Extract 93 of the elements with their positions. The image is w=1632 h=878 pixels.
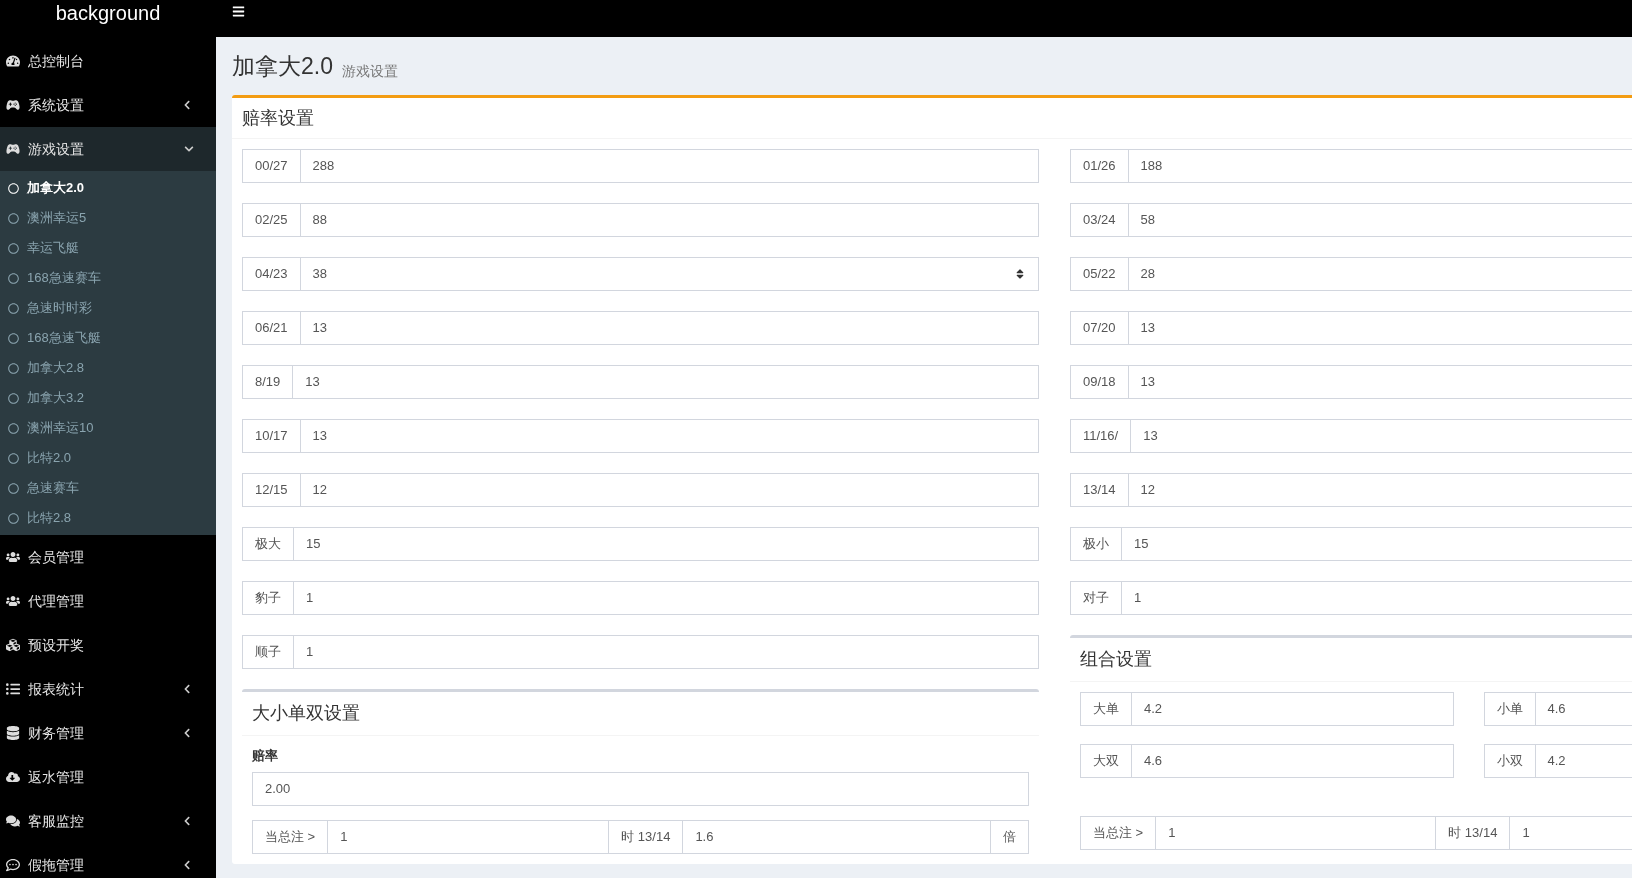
submenu-item[interactable]: 幸运飞艇 <box>0 233 216 263</box>
input-addon: 大双 <box>1080 744 1132 778</box>
logo-text: background <box>55 0 161 26</box>
input-addon: 时 13/14 <box>609 819 684 854</box>
chevron-left-icon <box>182 860 192 870</box>
input-addon: 小单 <box>1483 692 1536 726</box>
input-addon: 大单 <box>1080 692 1132 726</box>
submenu-item[interactable]: 168急速飞艇 <box>0 323 216 353</box>
field-label: 赔率 <box>252 747 279 765</box>
input-addon: 10/17 <box>242 419 301 453</box>
input-field[interactable]: 1 <box>1510 816 1632 850</box>
input-field[interactable]: 13 <box>300 311 1039 345</box>
input-field[interactable]: 288 <box>300 149 1039 183</box>
submenu-item[interactable]: 加拿大2.8 <box>0 353 216 383</box>
chevron-left-icon <box>182 816 192 826</box>
input-field[interactable]: 13 <box>1128 311 1632 345</box>
chevron-left-icon <box>182 684 192 694</box>
submenu-item[interactable]: 168急速赛车 <box>0 263 216 293</box>
sidebar-item[interactable]: 预设开奖 <box>0 623 216 667</box>
sidebar-item[interactable]: 假拖管理 <box>0 843 216 878</box>
sidebar-item[interactable]: 总控制台 <box>0 39 216 83</box>
box-title: 大小单双设置 <box>252 702 360 725</box>
input-field[interactable]: 4.2 <box>1132 692 1454 726</box>
sidebar-item[interactable]: 财务管理 <box>0 711 216 755</box>
input-addon: 对子 <box>1070 581 1122 615</box>
input-addon: 04/23 <box>242 257 301 291</box>
input-field[interactable]: 15 <box>294 527 1039 561</box>
input-field[interactable]: 2.00 <box>252 771 1029 806</box>
input-field[interactable]: 15 <box>1122 527 1632 561</box>
input-field[interactable]: 88 <box>300 203 1039 237</box>
submenu-item[interactable]: 澳洲幸运5 <box>0 203 216 233</box>
sidebar-item[interactable]: 游戏设置 <box>0 127 216 171</box>
input-addon: 13/14 <box>1070 473 1129 507</box>
box-title: 组合设置 <box>1080 648 1152 671</box>
submenu-item[interactable]: 比特2.8 <box>0 503 216 533</box>
input-addon: 极大 <box>242 527 294 561</box>
input-addon: 11/16/ <box>1070 419 1132 453</box>
sidebar-item[interactable]: 返水管理 <box>0 755 216 799</box>
input-field[interactable]: 12 <box>300 473 1039 507</box>
submenu-item[interactable]: 加拿大3.2 <box>0 383 216 413</box>
chevron-left-icon <box>182 728 192 738</box>
submenu-item[interactable]: 比特2.0 <box>0 443 216 473</box>
input-addon: 00/27 <box>242 149 301 183</box>
card-title: 赔率设置 <box>242 106 314 130</box>
input-field[interactable]: 58 <box>1128 203 1632 237</box>
submenu-item[interactable]: 急速时时彩 <box>0 293 216 323</box>
input-field[interactable]: 1.6 <box>683 819 991 854</box>
input-addon: 09/18 <box>1070 365 1129 399</box>
input-addon: 12/15 <box>242 473 301 507</box>
input-field[interactable]: 1 <box>1156 816 1437 850</box>
input-field[interactable]: 1 <box>1122 581 1632 615</box>
submenu-item[interactable]: 澳洲幸运10 <box>0 413 216 443</box>
sidebar-item[interactable]: 系统设置 <box>0 83 216 127</box>
input-addon: 07/20 <box>1070 311 1129 345</box>
input-field[interactable]: 13 <box>1128 365 1632 399</box>
input-field[interactable]: 38 <box>300 257 1039 291</box>
sidebar-item[interactable]: 会员管理 <box>0 535 216 579</box>
input-field[interactable]: 12 <box>1128 473 1632 507</box>
input-field[interactable]: 1 <box>294 635 1039 669</box>
input-field[interactable]: 13 <box>293 365 1039 399</box>
input-addon: 时 13/14 <box>1436 816 1511 850</box>
input-addon: 极小 <box>1070 527 1122 561</box>
input-addon: 倍 <box>991 819 1029 854</box>
chevron-down-icon <box>184 144 194 154</box>
input-field[interactable]: 1 <box>328 819 610 854</box>
input-field[interactable]: 13 <box>1131 419 1632 453</box>
input-field[interactable]: 28 <box>1128 257 1632 291</box>
input-addon: 03/24 <box>1070 203 1129 237</box>
page-title: 加拿大2.0 <box>232 55 333 78</box>
input-field[interactable]: 4.2 <box>1535 744 1632 778</box>
input-addon: 豹子 <box>242 581 294 615</box>
input-addon: 01/26 <box>1070 149 1129 183</box>
sidebar-item[interactable]: 客服监控 <box>0 799 216 843</box>
input-field[interactable]: 4.6 <box>1535 692 1632 726</box>
spinner-icon[interactable] <box>1014 268 1026 280</box>
input-addon: 当总注 > <box>1080 816 1157 850</box>
input-addon: 8/19 <box>242 365 294 399</box>
input-addon: 05/22 <box>1070 257 1129 291</box>
input-field[interactable]: 13 <box>300 419 1039 453</box>
input-field[interactable]: 4.6 <box>1132 744 1454 778</box>
input-addon: 当总注 > <box>252 819 329 854</box>
input-addon: 顺子 <box>242 635 294 669</box>
page-subtitle: 游戏设置 <box>342 64 398 78</box>
input-field[interactable]: 188 <box>1128 149 1632 183</box>
sidebar-item[interactable]: 报表统计 <box>0 667 216 711</box>
input-addon: 小双 <box>1483 744 1536 778</box>
sidebar-item[interactable]: 代理管理 <box>0 579 216 623</box>
input-field[interactable]: 1 <box>294 581 1039 615</box>
submenu-item[interactable]: 急速赛车 <box>0 473 216 503</box>
input-addon: 02/25 <box>242 203 301 237</box>
submenu-item[interactable]: 加拿大2.0 <box>0 173 216 203</box>
chevron-left-icon <box>182 100 192 110</box>
input-addon: 06/21 <box>242 311 301 345</box>
